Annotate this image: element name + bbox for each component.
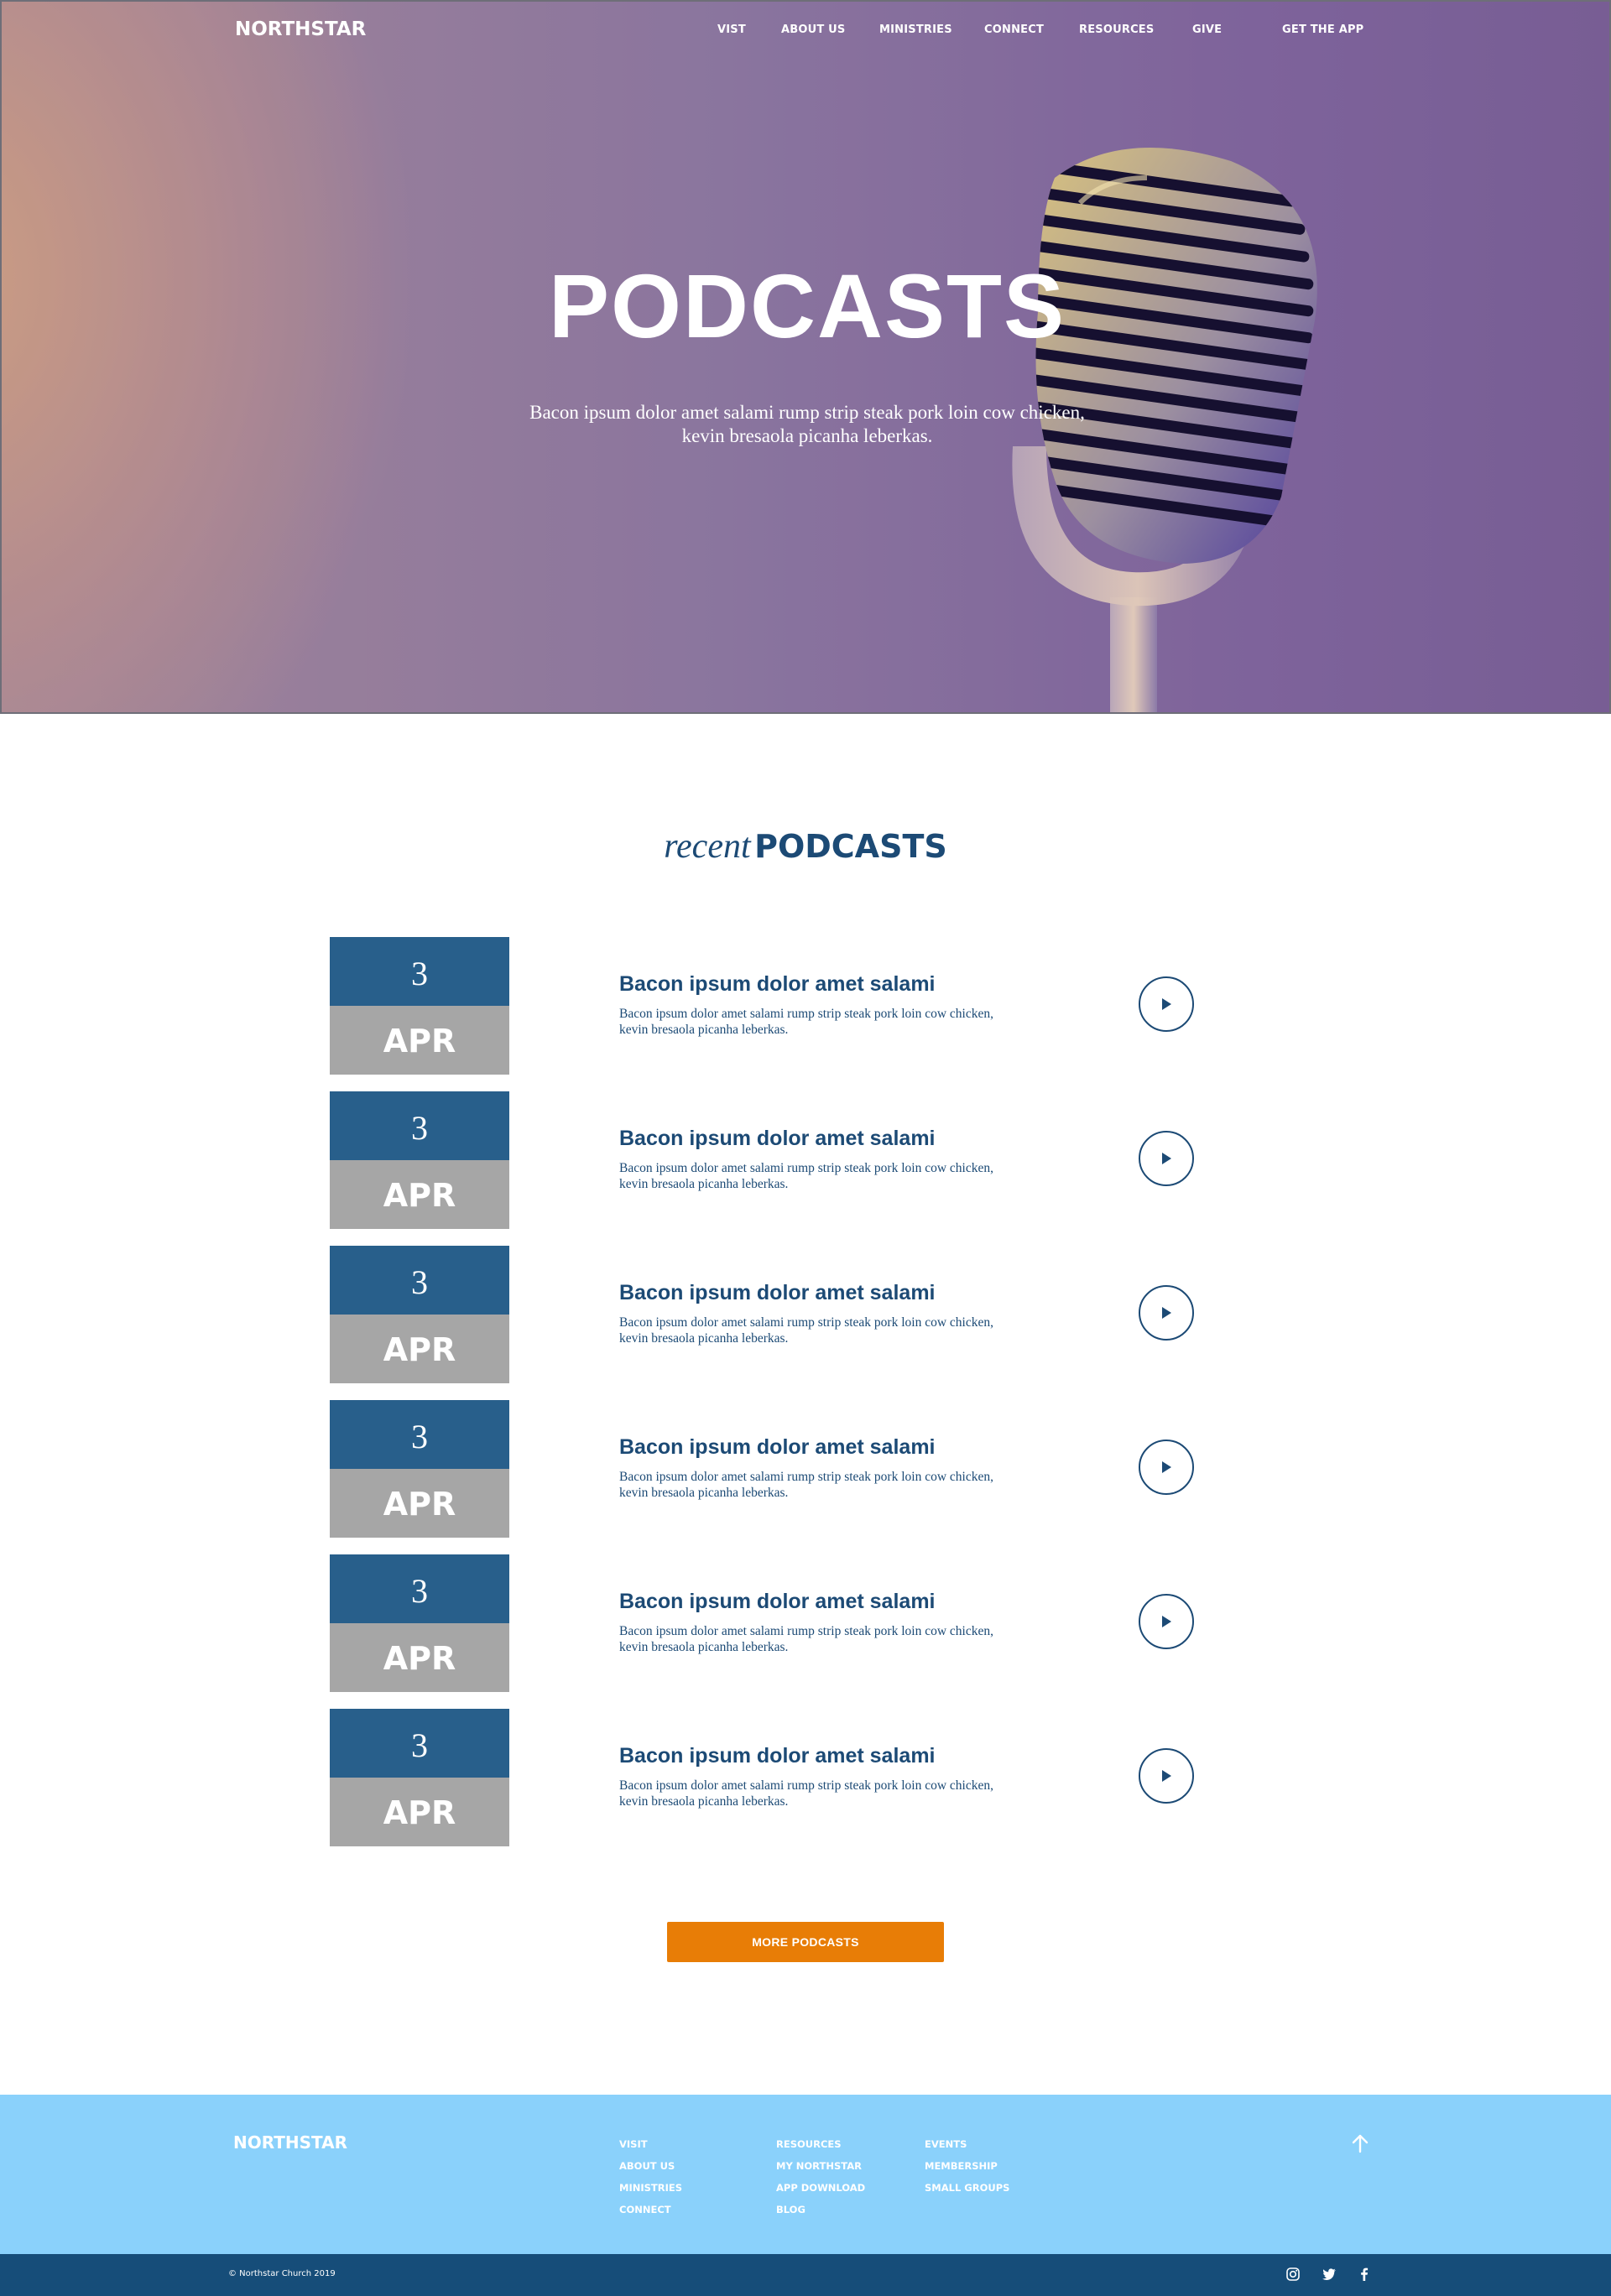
- podcast-title[interactable]: Bacon ipsum dolor amet salami: [619, 1127, 936, 1151]
- footer-link-app-download[interactable]: APP DOWNLOAD: [776, 2177, 865, 2199]
- arrow-up-icon[interactable]: [1351, 2133, 1369, 2153]
- brand-logo[interactable]: NORTHSTAR: [235, 18, 366, 40]
- footer-column-3: EVENTS MEMBERSHIP SMALL GROUPS: [925, 2133, 1009, 2199]
- podcast-title[interactable]: Bacon ipsum dolor amet salami: [619, 1435, 936, 1460]
- instagram-icon[interactable]: [1285, 2267, 1301, 2282]
- date-day: 3: [330, 1554, 509, 1623]
- nav-item-give[interactable]: GIVE: [1192, 23, 1222, 36]
- footer-link-blog[interactable]: BLOG: [776, 2199, 865, 2221]
- podcast-title[interactable]: Bacon ipsum dolor amet salami: [619, 1744, 936, 1768]
- play-button[interactable]: [1139, 1594, 1194, 1649]
- podcast-title[interactable]: Bacon ipsum dolor amet salami: [619, 1590, 936, 1614]
- podcast-item: 3 APR Bacon ipsum dolor amet salami Baco…: [330, 1246, 1202, 1383]
- podcast-item: 3 APR Bacon ipsum dolor amet salami Baco…: [330, 1091, 1202, 1229]
- date-day: 3: [330, 1400, 509, 1469]
- recent-podcasts-heading: recent PODCASTS: [0, 826, 1611, 867]
- footer: NORTHSTAR VISIT ABOUT US MINISTRIES CONN…: [0, 2095, 1611, 2254]
- play-icon: [1162, 1153, 1171, 1164]
- podcast-item: 3 APR Bacon ipsum dolor amet salami Baco…: [330, 1400, 1202, 1538]
- date-badge: 3 APR: [330, 1709, 509, 1846]
- play-icon: [1162, 1461, 1171, 1473]
- date-month: APR: [330, 1623, 509, 1692]
- podcast-description: Bacon ipsum dolor amet salami rump strip…: [619, 1624, 993, 1654]
- date-badge: 3 APR: [330, 1246, 509, 1383]
- podcast-item: 3 APR Bacon ipsum dolor amet salami Baco…: [330, 1709, 1202, 1846]
- footer-link-visit[interactable]: VISIT: [619, 2133, 682, 2155]
- date-badge: 3 APR: [330, 1554, 509, 1692]
- footer-link-resources[interactable]: RESOURCES: [776, 2133, 865, 2155]
- date-badge: 3 APR: [330, 1400, 509, 1538]
- nav-item-connect[interactable]: CONNECT: [984, 23, 1044, 36]
- date-month: APR: [330, 1778, 509, 1846]
- date-day: 3: [330, 1091, 509, 1160]
- nav-item-ministries[interactable]: MINISTRIES: [879, 23, 952, 36]
- date-day: 3: [330, 1246, 509, 1315]
- hero-section: NORTHSTAR VIST ABOUT US MINISTRIES CONNE…: [0, 0, 1611, 714]
- date-day: 3: [330, 937, 509, 1006]
- podcast-description: Bacon ipsum dolor amet salami rump strip…: [619, 1161, 993, 1191]
- date-month: APR: [330, 1469, 509, 1538]
- play-icon: [1162, 1770, 1171, 1782]
- footer-column-1: VISIT ABOUT US MINISTRIES CONNECT: [619, 2133, 682, 2221]
- nav-item-about-us[interactable]: ABOUT US: [781, 23, 846, 36]
- date-month: APR: [330, 1315, 509, 1383]
- podcast-list: 3 APR Bacon ipsum dolor amet salami Baco…: [330, 937, 1202, 1863]
- nav-item-resources[interactable]: RESOURCES: [1079, 23, 1154, 36]
- facebook-icon[interactable]: [1357, 2267, 1372, 2282]
- play-icon: [1162, 998, 1171, 1010]
- footer-link-small-groups[interactable]: SMALL GROUPS: [925, 2177, 1009, 2199]
- footer-logo[interactable]: NORTHSTAR: [233, 2132, 347, 2153]
- play-icon: [1162, 1307, 1171, 1319]
- copyright-text: © Northstar Church 2019: [228, 2269, 336, 2278]
- hero-title: PODCASTS: [548, 255, 1066, 357]
- hero-subtitle: Bacon ipsum dolor amet salami rump strip…: [529, 402, 1085, 446]
- podcast-description: Bacon ipsum dolor amet salami rump strip…: [619, 1778, 993, 1809]
- footer-link-about-us[interactable]: ABOUT US: [619, 2155, 682, 2177]
- podcast-description: Bacon ipsum dolor amet salami rump strip…: [619, 1470, 993, 1500]
- play-icon: [1162, 1616, 1171, 1627]
- footer-column-2: RESOURCES MY NORTHSTAR APP DOWNLOAD BLOG: [776, 2133, 865, 2221]
- top-nav: NORTHSTAR VIST ABOUT US MINISTRIES CONNE…: [2, 2, 1609, 59]
- footer-link-membership[interactable]: MEMBERSHIP: [925, 2155, 1009, 2177]
- date-badge: 3 APR: [330, 937, 509, 1075]
- footer-link-ministries[interactable]: MINISTRIES: [619, 2177, 682, 2199]
- nav-item-visit[interactable]: VIST: [717, 23, 746, 36]
- play-button[interactable]: [1139, 1131, 1194, 1186]
- podcast-title[interactable]: Bacon ipsum dolor amet salami: [619, 972, 936, 997]
- footer-link-connect[interactable]: CONNECT: [619, 2199, 682, 2221]
- more-podcasts-button[interactable]: MORE PODCASTS: [667, 1922, 944, 1962]
- date-day: 3: [330, 1709, 509, 1778]
- date-month: APR: [330, 1160, 509, 1229]
- podcast-description: Bacon ipsum dolor amet salami rump strip…: [619, 1315, 993, 1346]
- play-button[interactable]: [1139, 976, 1194, 1032]
- bottom-bar: © Northstar Church 2019: [0, 2254, 1611, 2296]
- podcast-item: 3 APR Bacon ipsum dolor amet salami Baco…: [330, 1554, 1202, 1692]
- get-the-app-link[interactable]: GET THE APP: [1282, 23, 1363, 36]
- heading-lead: recent: [664, 827, 751, 866]
- podcast-description: Bacon ipsum dolor amet salami rump strip…: [619, 1007, 993, 1037]
- podcast-item: 3 APR Bacon ipsum dolor amet salami Baco…: [330, 937, 1202, 1075]
- footer-link-events[interactable]: EVENTS: [925, 2133, 1009, 2155]
- twitter-icon[interactable]: [1322, 2267, 1337, 2282]
- date-month: APR: [330, 1006, 509, 1075]
- play-button[interactable]: [1139, 1285, 1194, 1341]
- date-badge: 3 APR: [330, 1091, 509, 1229]
- play-button[interactable]: [1139, 1748, 1194, 1804]
- play-button[interactable]: [1139, 1440, 1194, 1495]
- heading-main: PODCASTS: [754, 828, 947, 865]
- podcast-title[interactable]: Bacon ipsum dolor amet salami: [619, 1281, 936, 1305]
- footer-link-my-northstar[interactable]: MY NORTHSTAR: [776, 2155, 865, 2177]
